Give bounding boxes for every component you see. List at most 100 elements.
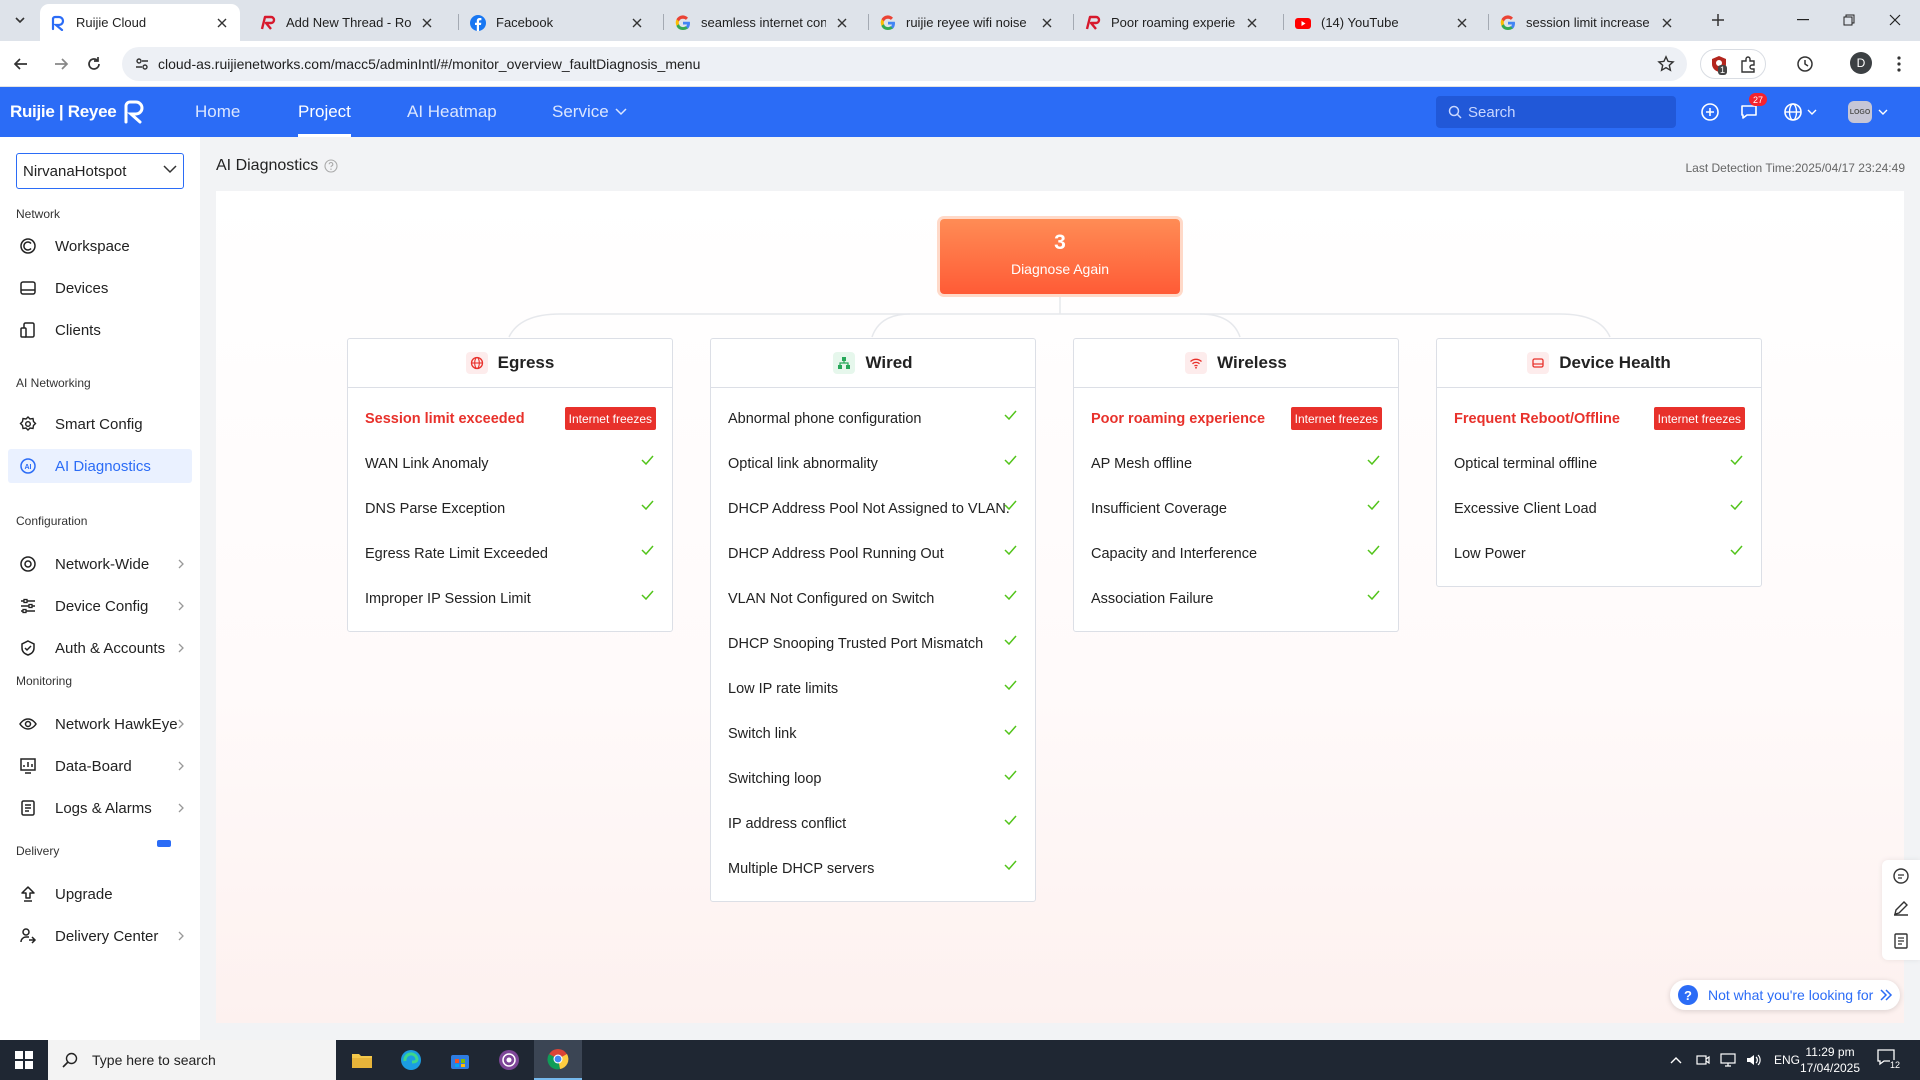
file-explorer-icon[interactable] — [338, 1040, 386, 1080]
check-item-issue[interactable]: Session limit exceeded Internet freezes — [348, 396, 672, 441]
puzzle-extension-icon[interactable] — [1739, 55, 1757, 73]
profile-avatar[interactable]: D — [1850, 52, 1872, 74]
check-list: Abnormal phone configuration Optical link… — [711, 388, 1035, 901]
check-item-label: Capacity and Interference — [1091, 545, 1258, 562]
check-item-label: Frequent Reboot/Offline — [1454, 410, 1620, 427]
check-item: Insufficient Coverage — [1074, 486, 1398, 531]
sidebar-item-auth-accounts[interactable]: Auth & Accounts — [8, 631, 192, 665]
url-text[interactable]: cloud-as.ruijienetworks.com/macc5/adminI… — [158, 56, 700, 72]
sidebar-item-ai-diagnostics[interactable]: AI AI Diagnostics — [8, 449, 192, 483]
check-item: Low Power — [1437, 531, 1761, 576]
browser-tab[interactable]: seamless internet connect — [665, 4, 860, 41]
nav-home[interactable]: Home — [195, 87, 240, 137]
browser-tab[interactable]: ruijie reyee wifi noise leve — [870, 4, 1065, 41]
tray-chevron-up-icon[interactable] — [1670, 1056, 1682, 1064]
close-tab-icon[interactable] — [629, 15, 645, 31]
minimize-button[interactable] — [1780, 6, 1826, 34]
diagnose-again-button[interactable]: 3 Diagnose Again — [940, 219, 1180, 294]
site-selector[interactable]: NirvanaHotspot — [16, 153, 184, 189]
ruijie-icon — [50, 15, 66, 31]
close-window-button[interactable] — [1872, 6, 1918, 34]
edge-icon[interactable] — [387, 1040, 435, 1080]
sidebar-item-upgrade[interactable]: Upgrade — [8, 877, 192, 911]
chrome-icon[interactable] — [534, 1040, 582, 1080]
user-avatar[interactable]: LOGO — [1848, 101, 1872, 123]
check-item-label: Egress Rate Limit Exceeded — [365, 545, 548, 562]
sidebar-item-workspace[interactable]: Workspace — [8, 229, 192, 263]
check-item-label: Optical terminal offline — [1454, 455, 1598, 472]
volume-icon[interactable] — [1746, 1053, 1762, 1067]
internet-freezes-tag: Internet freezes — [1653, 407, 1745, 430]
ruijie-logo[interactable]: Ruijie | Reyee — [10, 100, 148, 124]
check-item-issue[interactable]: Frequent Reboot/Offline Internet freezes — [1437, 396, 1761, 441]
address-bar[interactable]: cloud-as.ruijienetworks.com/macc5/adminI… — [122, 47, 1687, 81]
check-item: DHCP Address Pool Not Assigned to VLAN. — [711, 486, 1035, 531]
close-tab-icon[interactable] — [1244, 15, 1260, 31]
sidebar-item-delivery-center[interactable]: Delivery Center — [8, 919, 192, 953]
browser-tab[interactable]: Add New Thread - Router — [250, 4, 445, 41]
feedback-edit-icon[interactable] — [1882, 892, 1920, 924]
help-icon[interactable] — [324, 159, 338, 173]
sidebar-item-device-config[interactable]: Device Config — [8, 589, 192, 623]
restore-button[interactable] — [1826, 6, 1872, 34]
history-icon[interactable] — [1790, 49, 1820, 79]
back-button[interactable] — [6, 49, 36, 79]
forward-button[interactable] — [46, 49, 76, 79]
browser-tab-title: (14) YouTube — [1321, 15, 1399, 30]
close-tab-icon[interactable] — [214, 15, 230, 31]
sidebar-item-data-board[interactable]: Data-Board — [8, 749, 192, 783]
network-icon[interactable] — [1720, 1053, 1736, 1067]
reload-button[interactable] — [79, 49, 109, 79]
browser-tab[interactable]: (14) YouTube — [1285, 4, 1480, 41]
sidebar-item-devices[interactable]: Devices — [8, 271, 192, 305]
sidebar-item-smart-config[interactable]: Smart Config — [8, 407, 192, 441]
browser-tab[interactable]: Ruijie Cloud — [40, 4, 240, 41]
nav-project[interactable]: Project — [298, 87, 351, 137]
add-circle-icon[interactable] — [1698, 100, 1722, 124]
sidebar-item-clients[interactable]: Clients — [8, 313, 192, 347]
bookmark-star-icon[interactable] — [1657, 55, 1675, 73]
check-item-label: IP address conflict — [728, 815, 847, 832]
close-tab-icon[interactable] — [1659, 15, 1675, 31]
header-search[interactable] — [1436, 96, 1676, 128]
chat-icon[interactable] — [1882, 860, 1920, 892]
browser-tab[interactable]: Poor roaming experience — [1075, 4, 1270, 41]
store-icon[interactable] — [436, 1040, 484, 1080]
tor-browser-icon[interactable] — [485, 1040, 533, 1080]
chevron-right-icon — [178, 803, 184, 813]
close-tab-icon[interactable] — [834, 15, 850, 31]
notification-center-icon[interactable]: 12 — [1876, 1048, 1902, 1072]
browser-menu-icon[interactable] — [1884, 49, 1914, 79]
clock[interactable]: 11:29 pm 17/04/2025 — [1790, 1044, 1870, 1076]
nav-service[interactable]: Service — [552, 87, 627, 137]
tab-search-icon[interactable] — [8, 8, 32, 32]
browser-tab[interactable]: session limit increase to w — [1490, 4, 1685, 41]
clock-time: 11:29 pm — [1805, 1045, 1855, 1059]
sidebar-section-title: Configuration — [16, 514, 88, 528]
clipboard-icon[interactable] — [1882, 924, 1920, 956]
meet-now-icon[interactable] — [1696, 1053, 1710, 1067]
check-item-label: Excessive Client Load — [1454, 500, 1597, 517]
nav-ai-heatmap[interactable]: AI Heatmap — [407, 87, 497, 137]
taskbar-search[interactable]: Type here to search — [48, 1040, 336, 1080]
search-input[interactable] — [1468, 103, 1668, 121]
browser-tab[interactable]: Facebook — [460, 4, 655, 41]
check-item-issue[interactable]: Poor roaming experience Internet freezes — [1074, 396, 1398, 441]
check-item: Optical link abnormality — [711, 441, 1035, 486]
sidebar-item-network-hawkeye[interactable]: Network HawkEye — [8, 707, 192, 741]
question-icon: ? — [1678, 985, 1698, 1005]
sidebar-item-network-wide[interactable]: Network-Wide — [8, 547, 192, 581]
windows-start-icon[interactable] — [0, 1040, 48, 1080]
shield-extension-icon[interactable]: 1 — [1710, 55, 1728, 75]
close-tab-icon[interactable] — [1039, 15, 1055, 31]
close-tab-icon[interactable] — [1454, 15, 1470, 31]
close-tab-icon[interactable] — [419, 15, 435, 31]
not-what-looking-for-link[interactable]: ? Not what you're looking for — [1670, 980, 1900, 1010]
site-info-icon[interactable] — [134, 56, 150, 72]
clients-icon — [17, 319, 39, 341]
new-tab-button[interactable] — [1704, 8, 1732, 32]
sidebar-item-logs-alarms[interactable]: Logs & Alarms — [8, 791, 192, 825]
browser-tab-title: Add New Thread - Router — [286, 15, 411, 30]
page-title: AI Diagnostics — [216, 157, 338, 175]
language-globe-icon[interactable] — [1782, 100, 1818, 124]
